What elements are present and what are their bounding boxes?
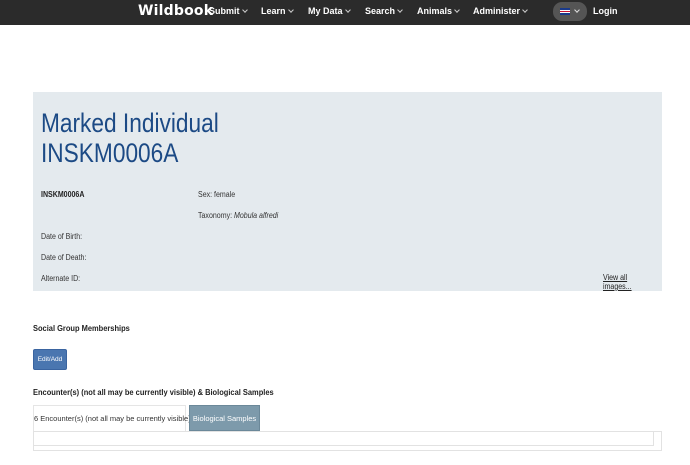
view-all-images-link[interactable]: View all images... [603,273,655,291]
page-title-line1: Marked Individual [41,108,219,138]
date-of-birth-field: Date of Birth: [41,232,83,241]
nav-menu-search[interactable]: Search [365,6,403,16]
alternate-id-field: Alternate ID: [41,274,81,283]
nav-menu-label: Learn [261,6,286,16]
encounters-title: Encounter(s) (not all may be currently v… [33,387,274,397]
edit-add-button[interactable]: Edit/Add [33,349,67,370]
nav-menu-label: Search [365,6,396,16]
nav-menu-administer[interactable]: Administer [473,6,528,16]
nav-menu-label: Animals [417,6,453,16]
english-flag-icon [560,8,570,15]
chevron-down-icon [454,7,460,13]
nav-menu-learn[interactable]: Learn [261,6,294,16]
language-selector[interactable] [553,2,587,21]
taxonomy-value: Mobula alfredi [233,211,279,220]
chevron-down-icon [397,7,403,13]
tab-encounters[interactable]: 6 Encounter(s) (not all may be currently… [33,405,191,431]
nav-menu-my-data[interactable]: My Data [308,6,351,16]
chevron-down-icon [241,7,248,13]
individual-header-panel: Marked Individual INSKM0006A INSKM0006A … [33,92,662,291]
chevron-down-icon [344,7,351,13]
nav-menu-label: Administer [473,6,521,16]
brand-logo[interactable]: Wildbook [138,3,213,19]
chevron-down-icon [522,7,528,13]
chevron-down-icon [574,7,580,13]
nav-menu-animals[interactable]: Animals [417,6,460,16]
tab-content-panel [33,431,662,451]
taxonomy-label: Taxonomy: [198,211,234,220]
tab-biological-samples[interactable]: Biological Samples [189,405,260,431]
page-title: Marked Individual INSKM0006A [41,108,219,168]
nav-menu-label: My Data [308,6,343,16]
tab-content-inner [34,432,654,446]
nav-menu-label: Submit [209,6,240,16]
sex-field: Sex: female [198,190,236,199]
nav-menu-submit[interactable]: Submit [209,6,248,16]
chevron-down-icon [287,7,294,13]
top-navbar: Wildbook Submit Learn My Data Search Ani… [0,0,690,25]
social-group-title: Social Group Memberships [33,323,130,333]
login-link[interactable]: Login [593,6,618,16]
taxonomy-field: Taxonomy: Mobula alfredi [198,211,278,220]
page-title-line2: INSKM0006A [41,138,179,168]
individual-id: INSKM0006A [41,190,85,199]
date-of-death-field: Date of Death: [41,253,87,262]
